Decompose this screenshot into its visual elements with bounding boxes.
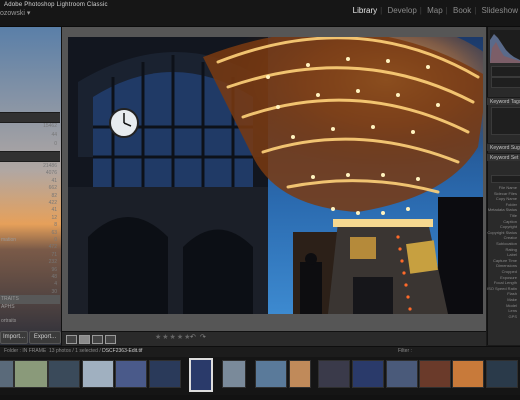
catalog-item-count: 44 bbox=[51, 132, 57, 138]
filmstrip-thumbnail[interactable] bbox=[82, 360, 114, 388]
module-picker: Library | Develop | Map | Book | Slideshow bbox=[351, 6, 520, 15]
metadata-field-label: Copy Name bbox=[495, 196, 517, 202]
metadata-field-label: Flash bbox=[507, 291, 517, 297]
metadata-field-label: Creator bbox=[503, 235, 517, 241]
metadata-field-label: Cropped bbox=[501, 269, 517, 274]
catalog-item[interactable]: 0 bbox=[0, 140, 60, 149]
metadata-field-label: Rating bbox=[505, 246, 517, 252]
keyword-suggestions-header[interactable]: Keyword Suggestions bbox=[487, 143, 520, 151]
module-develop[interactable]: Develop bbox=[385, 6, 418, 15]
filmstrip-thumbnail[interactable] bbox=[352, 360, 384, 388]
catalog-owner[interactable]: ozowski ▾ bbox=[0, 9, 30, 17]
module-slideshow[interactable]: Slideshow bbox=[480, 6, 520, 15]
survey-view-icon[interactable] bbox=[105, 335, 116, 344]
filmstrip-thumbnail[interactable] bbox=[222, 360, 246, 388]
filmstrip-thumbnail[interactable] bbox=[14, 360, 48, 388]
navigator-preview[interactable] bbox=[0, 27, 61, 345]
metadata-field-label: Capture Time bbox=[492, 257, 517, 263]
compare-view-icon[interactable] bbox=[92, 335, 103, 344]
metadata-field-label: Copyright Status bbox=[487, 229, 517, 235]
module-book[interactable]: Book bbox=[451, 6, 473, 15]
metadata-field-label: Focal Length bbox=[493, 280, 517, 286]
filmstrip-thumbnail[interactable] bbox=[386, 360, 418, 388]
filmstrip-thumbnail[interactable] bbox=[0, 360, 14, 388]
export-button[interactable]: Export... bbox=[29, 331, 61, 344]
folders-section-header[interactable] bbox=[0, 151, 60, 162]
filmstrip-thumbnail[interactable] bbox=[115, 360, 147, 388]
module-library[interactable]: Library bbox=[351, 6, 379, 15]
histogram bbox=[490, 30, 520, 63]
filmstrip-thumbnail[interactable] bbox=[486, 360, 518, 388]
quick-develop-field[interactable] bbox=[491, 66, 520, 77]
loupe-view-icon[interactable] bbox=[79, 335, 90, 344]
catalog-item[interactable]: 44 bbox=[0, 131, 60, 140]
filmstrip-thumbnail[interactable] bbox=[452, 360, 484, 388]
metadata-field-label: Metadata Status bbox=[487, 207, 517, 213]
bottom-bar bbox=[0, 395, 520, 400]
metadata-field-label: Make bbox=[507, 297, 517, 302]
metadata-field-label: Dimensions bbox=[496, 263, 517, 269]
module-map[interactable]: Map bbox=[425, 6, 445, 15]
left-panel: 15462 44 0 21486 4076 41 662 82 422 41 12 8 63 mation… bbox=[0, 27, 62, 354]
catalog-item-count: 0 bbox=[54, 141, 57, 147]
metadata-field-label: Model bbox=[506, 302, 517, 308]
filmstrip-thumbnail[interactable] bbox=[189, 358, 213, 392]
metadata-field-label: Label bbox=[507, 252, 517, 258]
rotate-left-icon[interactable]: ↶ bbox=[190, 333, 196, 341]
keyword-tags-field[interactable] bbox=[491, 107, 520, 135]
metadata-field-label: ISO Speed Rating bbox=[487, 285, 517, 291]
metadata-field-label: File Name bbox=[498, 185, 517, 190]
filmstrip-thumbnail[interactable] bbox=[255, 360, 287, 388]
filmstrip-source[interactable]: Folder : IN FRAME 13 photos / 1 selected… bbox=[4, 348, 142, 354]
grid-view-icon[interactable] bbox=[66, 335, 77, 344]
main-photo[interactable] bbox=[68, 37, 483, 314]
rating-stars[interactable]: ★★★★★ bbox=[155, 333, 191, 341]
catalog-item[interactable]: 15462 bbox=[0, 122, 60, 131]
metadata-field-label: Lens bbox=[508, 308, 517, 314]
rotate-right-icon[interactable]: ↷ bbox=[200, 333, 206, 341]
filmstrip-thumbnail[interactable] bbox=[149, 360, 181, 388]
metadata-field-label: GPS bbox=[508, 313, 517, 319]
filmstrip-filter[interactable]: Filter : bbox=[398, 348, 412, 354]
metadata-field-label: Copyright bbox=[499, 224, 517, 230]
keyword-tags-header[interactable]: Keyword Tags bbox=[487, 97, 520, 105]
import-button[interactable]: Import... bbox=[0, 331, 28, 344]
filmstrip-thumbnail[interactable] bbox=[419, 360, 451, 388]
metadata-field-label: Title bbox=[509, 213, 517, 218]
metadata-field-label: Sidecar Files bbox=[493, 190, 517, 196]
library-toolbar bbox=[62, 331, 486, 346]
filmstrip-thumbnail[interactable] bbox=[48, 360, 80, 388]
app-logo: Adobe Photoshop Lightroom Classic bbox=[4, 2, 108, 8]
filmstrip-thumbnail[interactable] bbox=[318, 360, 350, 388]
metadata-field-label: Sublocation bbox=[496, 241, 517, 246]
keyword-set-header[interactable]: Keyword Set bbox=[487, 153, 520, 161]
metadata-field-label: Caption bbox=[503, 218, 517, 224]
quick-develop-field-2[interactable] bbox=[491, 77, 520, 88]
metadata-field-label: Folder bbox=[505, 201, 517, 207]
metadata-field-label: Exposure bbox=[500, 274, 517, 280]
metadata-preset-select[interactable] bbox=[491, 175, 520, 183]
filmstrip-thumbnail[interactable] bbox=[289, 360, 311, 388]
catalog-item-count: 15462 bbox=[43, 123, 57, 129]
